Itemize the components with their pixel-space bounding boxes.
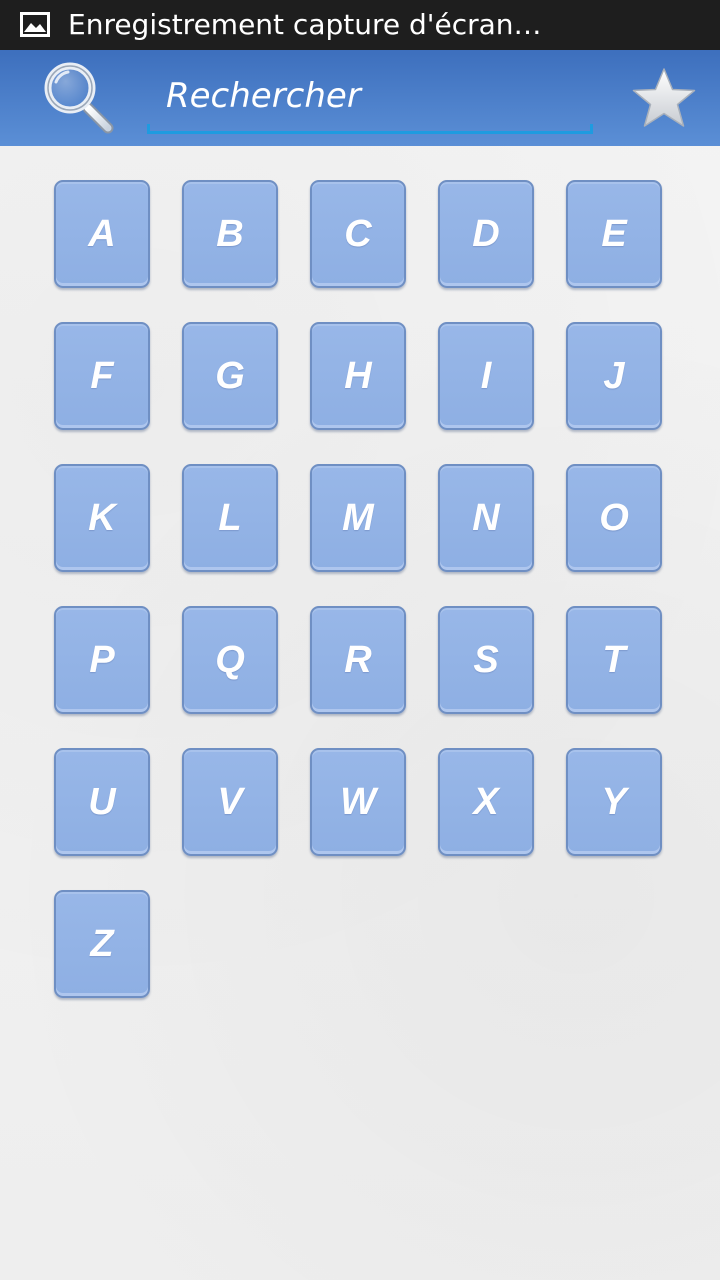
letter-button-n[interactable]: N [438,464,534,572]
letter-button-j[interactable]: J [566,322,662,430]
letter-button-h[interactable]: H [310,322,406,430]
letter-button-i[interactable]: I [438,322,534,430]
letter-button-r[interactable]: R [310,606,406,714]
letter-button-k[interactable]: K [54,464,150,572]
search-button[interactable] [38,58,118,138]
letter-button-s[interactable]: S [438,606,534,714]
letter-button-e[interactable]: E [566,180,662,288]
letter-button-o[interactable]: O [566,464,662,572]
letter-button-p[interactable]: P [54,606,150,714]
star-icon [632,68,696,127]
letter-button-z[interactable]: Z [54,890,150,998]
letter-button-m[interactable]: M [310,464,406,572]
letter-button-g[interactable]: G [182,322,278,430]
notification-title: Enregistrement capture d'écran… [68,8,542,41]
letter-button-f[interactable]: F [54,322,150,430]
header-bar: Rechercher [0,50,720,146]
letter-button-y[interactable]: Y [566,748,662,856]
letter-button-u[interactable]: U [54,748,150,856]
letter-button-t[interactable]: T [566,606,662,714]
letter-button-q[interactable]: Q [182,606,278,714]
letter-button-c[interactable]: C [310,180,406,288]
letter-button-b[interactable]: B [182,180,278,288]
letter-button-l[interactable]: L [182,464,278,572]
search-input[interactable]: Rechercher [147,66,593,134]
search-icon [44,62,114,134]
status-bar: Enregistrement capture d'écran… [0,0,720,50]
search-placeholder: Rechercher [166,76,361,116]
letter-button-w[interactable]: W [310,748,406,856]
letter-button-a[interactable]: A [54,180,150,288]
letter-button-x[interactable]: X [438,748,534,856]
image-icon [20,12,50,37]
letter-button-d[interactable]: D [438,180,534,288]
letter-button-v[interactable]: V [182,748,278,856]
favorites-button[interactable] [630,66,698,130]
